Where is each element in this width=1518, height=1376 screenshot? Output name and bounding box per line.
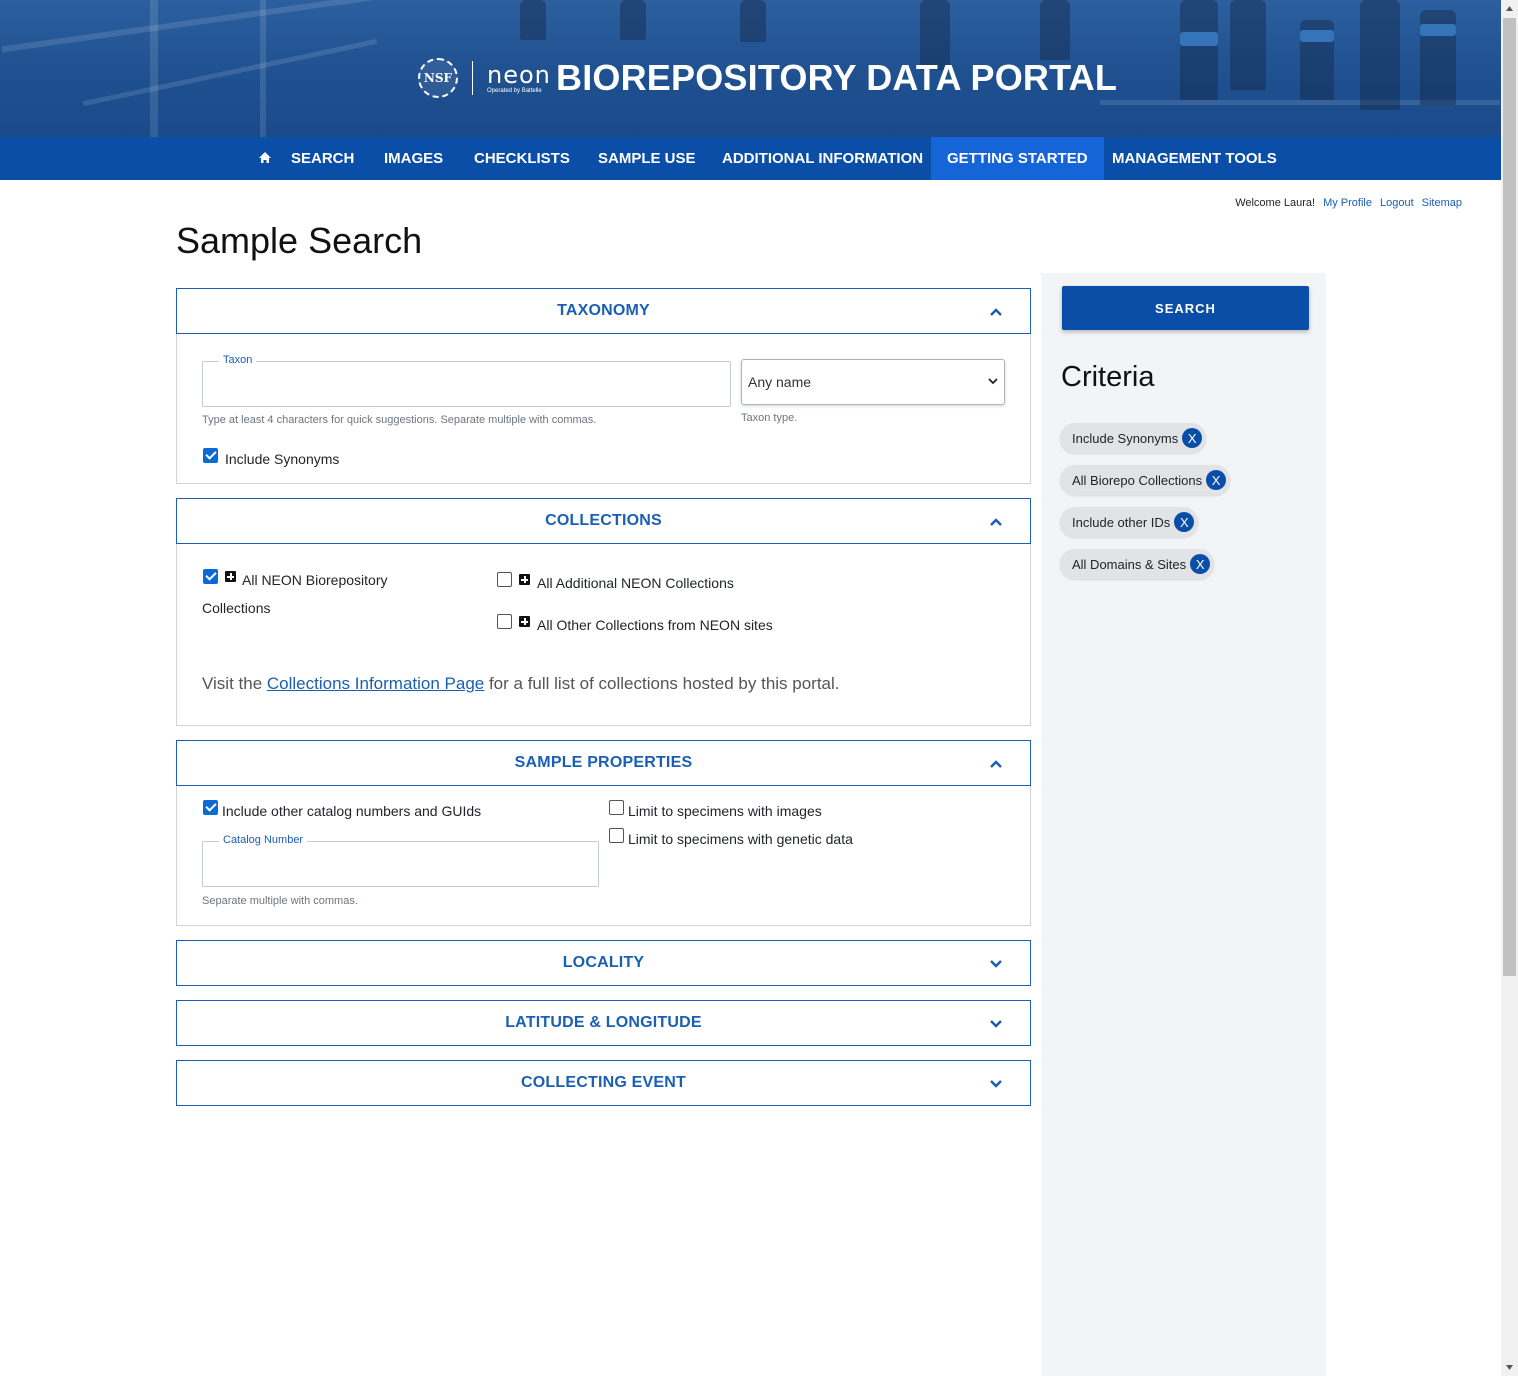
page: NSF neon Operated by Battelle BIOREPOSIT… — [0, 0, 1518, 1376]
chip-label: Include other IDs — [1072, 514, 1171, 530]
catalog-number-legend: Catalog Number — [219, 834, 308, 846]
scrollbar-thumb[interactable] — [1503, 18, 1516, 976]
collections-heading: COLLECTIONS — [545, 512, 662, 529]
chip-label: All Domains & Sites — [1072, 556, 1187, 572]
nav-getting-started[interactable]: GETTING STARTED — [931, 137, 1104, 180]
collections-panel-header[interactable]: COLLECTIONS — [176, 498, 1031, 544]
all-neon-label-line2: Collections — [202, 600, 271, 616]
taxon-type-selected: Any name — [748, 374, 812, 390]
all-neon-checkbox[interactable] — [203, 569, 218, 584]
nav-images[interactable]: IMAGES — [384, 137, 443, 180]
chevron-up-icon — [990, 518, 1002, 526]
taxon-type-select[interactable]: Any name — [741, 359, 1005, 405]
collections-info-text: Visit the Collections Information Page f… — [202, 674, 840, 694]
my-profile-link[interactable]: My Profile — [1323, 197, 1372, 209]
collections-info-link[interactable]: Collections Information Page — [267, 674, 484, 693]
expand-plus-icon[interactable] — [225, 571, 236, 582]
header-banner: NSF neon Operated by Battelle BIOREPOSIT… — [0, 0, 1501, 137]
include-other-ids-label: Include other catalog numbers and GUIds — [222, 803, 482, 819]
all-other-label: All Other Collections from NEON sites — [537, 617, 773, 633]
chevron-down-icon — [988, 378, 998, 385]
criteria-sidebar: SEARCH Criteria Include Synonyms X All B… — [1041, 273, 1326, 1376]
all-additional-label: All Additional NEON Collections — [537, 575, 734, 591]
page-title: Sample Search — [176, 220, 423, 261]
taxon-type-help: Taxon type. — [741, 412, 798, 424]
limit-genetic-checkbox[interactable] — [609, 828, 624, 843]
visit-suffix: for a full list of collections hosted by… — [484, 674, 840, 693]
collecting-event-panel-header[interactable]: COLLECTING EVENT — [176, 1060, 1031, 1106]
criteria-chip: Include other IDs X — [1060, 507, 1199, 537]
scroll-up-icon[interactable] — [1505, 4, 1514, 13]
all-additional-checkbox[interactable] — [497, 572, 512, 587]
sample-properties-panel-header[interactable]: SAMPLE PROPERTIES — [176, 740, 1031, 786]
user-links: Welcome Laura! My Profile Logout Sitemap — [1235, 197, 1462, 209]
locality-panel-header[interactable]: LOCALITY — [176, 940, 1031, 986]
chevron-up-icon — [990, 308, 1002, 316]
nav-checklists[interactable]: CHECKLISTS — [474, 137, 570, 180]
nav-sample-use[interactable]: SAMPLE USE — [598, 137, 696, 180]
neon-logo-sub: Operated by Battelle — [487, 87, 542, 94]
welcome-text: Welcome Laura! — [1235, 197, 1316, 209]
chevron-up-icon — [990, 760, 1002, 768]
home-icon[interactable] — [258, 151, 272, 165]
criteria-chip: All Domains & Sites X — [1060, 549, 1215, 579]
scroll-down-icon[interactable] — [1505, 1363, 1514, 1372]
expand-plus-icon[interactable] — [519, 616, 530, 627]
taxonomy-panel-header[interactable]: TAXONOMY — [176, 288, 1031, 334]
expand-plus-icon[interactable] — [519, 574, 530, 585]
sitemap-link[interactable]: Sitemap — [1422, 197, 1462, 209]
logout-link[interactable]: Logout — [1380, 197, 1414, 209]
collections-panel-body: All NEON Biorepository Collections All A… — [176, 544, 1031, 726]
page-scrollbar[interactable] — [1501, 0, 1518, 1376]
collecting-event-heading: COLLECTING EVENT — [521, 1074, 686, 1091]
chip-label: Include Synonyms — [1072, 430, 1179, 446]
taxon-input[interactable]: Taxon — [202, 354, 731, 407]
remove-chip-icon[interactable]: X — [1182, 428, 1203, 448]
nav-management-tools[interactable]: MANAGEMENT TOOLS — [1112, 137, 1277, 180]
portal-title: BIOREPOSITORY DATA PORTAL — [556, 57, 1118, 98]
taxon-legend: Taxon — [219, 354, 257, 366]
chip-label: All Biorepo Collections — [1072, 472, 1203, 488]
nav-additional-information[interactable]: ADDITIONAL INFORMATION — [722, 137, 923, 180]
locality-heading: LOCALITY — [562, 954, 645, 971]
remove-chip-icon[interactable]: X — [1190, 554, 1211, 574]
chevron-down-icon — [990, 1020, 1002, 1028]
taxonomy-heading: TAXONOMY — [557, 302, 650, 319]
nav-search[interactable]: SEARCH — [291, 137, 354, 180]
all-neon-label: All NEON Biorepository — [242, 572, 388, 588]
include-synonyms-label: Include Synonyms — [225, 451, 340, 467]
taxon-help: Type at least 4 characters for quick sug… — [202, 414, 597, 426]
sample-properties-panel-body: Include other catalog numbers and GUIds … — [176, 786, 1031, 926]
limit-genetic-label: Limit to specimens with genetic data — [628, 831, 853, 847]
chevron-down-icon — [990, 960, 1002, 968]
brand-logos[interactable]: NSF neon Operated by Battelle — [418, 56, 551, 100]
criteria-chip: All Biorepo Collections X — [1060, 465, 1231, 495]
neon-logo: neon Operated by Battelle — [487, 63, 551, 94]
latlong-heading: LATITUDE & LONGITUDE — [505, 1014, 702, 1031]
neon-logo-word: neon — [487, 60, 551, 89]
taxonomy-panel-body: Taxon Type at least 4 characters for qui… — [176, 334, 1031, 484]
latlong-panel-header[interactable]: LATITUDE & LONGITUDE — [176, 1000, 1031, 1046]
visit-prefix: Visit the — [202, 674, 267, 693]
remove-chip-icon[interactable]: X — [1206, 470, 1227, 490]
remove-chip-icon[interactable]: X — [1174, 512, 1195, 532]
nsf-logo: NSF — [418, 58, 458, 98]
criteria-chip: Include Synonyms X — [1060, 423, 1207, 453]
catalog-number-input[interactable]: Catalog Number — [202, 834, 599, 887]
include-other-ids-checkbox[interactable] — [203, 800, 218, 815]
catalog-number-help: Separate multiple with commas. — [202, 895, 358, 907]
logo-divider — [472, 61, 473, 95]
all-other-checkbox[interactable] — [497, 614, 512, 629]
sample-properties-heading: SAMPLE PROPERTIES — [514, 754, 693, 771]
chevron-down-icon — [990, 1080, 1002, 1088]
limit-images-label: Limit to specimens with images — [628, 803, 822, 819]
search-button[interactable]: SEARCH — [1062, 286, 1309, 330]
main-nav: SEARCH IMAGES CHECKLISTS SAMPLE USE ADDI… — [0, 137, 1501, 180]
limit-images-checkbox[interactable] — [609, 800, 624, 815]
criteria-title: Criteria — [1061, 361, 1155, 393]
include-synonyms-checkbox[interactable] — [203, 448, 218, 463]
